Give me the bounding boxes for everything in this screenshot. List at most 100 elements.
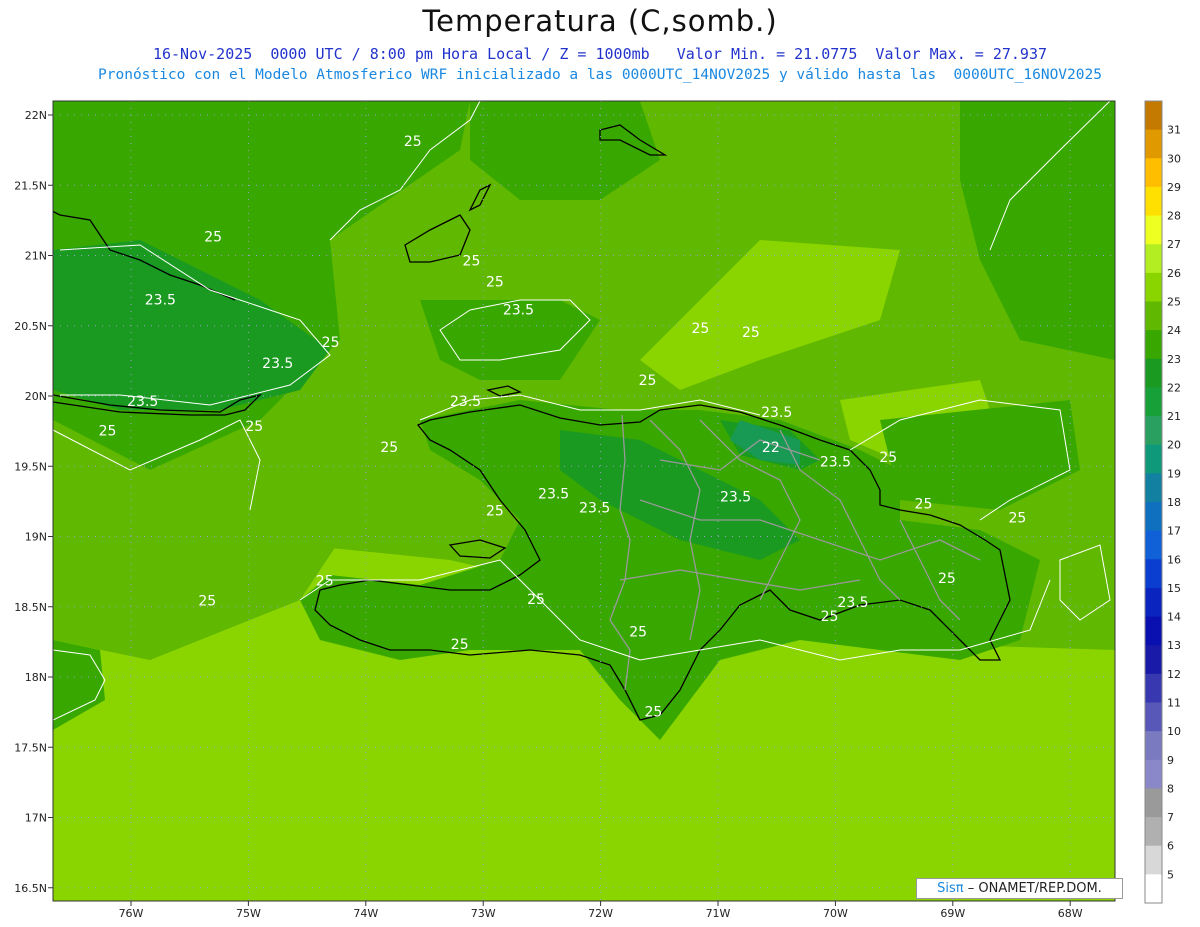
colorbar-swatch — [1145, 845, 1162, 875]
colorbar-label: 23 — [1167, 353, 1181, 366]
lon-label: 72W — [588, 907, 613, 920]
colorbar-label: 15 — [1167, 582, 1181, 595]
contour-label: 23.5 — [720, 489, 751, 505]
colorbar-label: 13 — [1167, 639, 1181, 652]
lon-label: 71W — [706, 907, 731, 920]
colorbar-label: 5 — [1167, 868, 1174, 881]
contour-label: 23.5 — [538, 487, 569, 503]
colorbar-swatch — [1145, 186, 1162, 217]
contour-label: 23.5 — [761, 405, 792, 421]
contour-label: 25 — [629, 624, 647, 640]
contour-label: 25 — [691, 321, 709, 337]
lon-label: 73W — [471, 907, 496, 920]
colorbar-label: 7 — [1167, 811, 1174, 824]
lat-label: 16.5N — [14, 882, 47, 895]
colorbar-swatch — [1145, 301, 1162, 331]
lat-label: 18N — [25, 671, 47, 684]
colorbar-label: 24 — [1167, 324, 1181, 337]
contour-label: 25 — [938, 571, 956, 587]
colorbar-label: 29 — [1167, 181, 1181, 194]
lat-label: 20N — [25, 390, 47, 403]
colorbar-label: 6 — [1167, 840, 1174, 853]
colorbar-label: 14 — [1167, 611, 1181, 624]
contour-label: 23.5 — [579, 501, 610, 517]
colorbar-label: 27 — [1167, 238, 1181, 251]
contour-label: 25 — [451, 637, 469, 653]
credit-org-text: – ONAMET/REP.DOM. — [967, 881, 1102, 896]
contour-label: 25 — [742, 325, 760, 341]
contour-label: 25 — [527, 592, 545, 608]
colorbar-swatch — [1145, 874, 1162, 904]
colorbar-swatch — [1145, 158, 1162, 188]
contour-label: 25 — [463, 253, 481, 269]
contour-label: 25 — [645, 704, 663, 720]
colorbar-swatch — [1145, 673, 1162, 703]
colorbar-label: 12 — [1167, 668, 1181, 681]
colorbar-swatch — [1145, 559, 1162, 589]
lat-label: 19.5N — [14, 460, 47, 473]
lon-label: 70W — [823, 907, 848, 920]
colorbar-label: 21 — [1167, 410, 1181, 423]
credit-box: Sisπ – ONAMET/REP.DOM. — [916, 878, 1123, 899]
contour-label: 23.5 — [450, 394, 481, 410]
contour-label: 25 — [486, 503, 504, 519]
contour-label: 22 — [762, 440, 780, 456]
lat-label: 21N — [25, 250, 47, 263]
colorbar-label: 11 — [1167, 697, 1181, 710]
colorbar-label: 26 — [1167, 267, 1181, 280]
contour-label: 25 — [821, 609, 839, 625]
temperature-map: 25 25 25 25 23.5 23.5 25 23.5 23.5 25 25 23.5 25 25 25… — [14, 100, 1181, 920]
colorbar-swatch — [1145, 817, 1162, 847]
colorbar-swatch — [1145, 473, 1162, 503]
colorbar-label: 30 — [1167, 152, 1181, 165]
contour-label: 25 — [198, 593, 216, 609]
colorbar-swatch — [1145, 702, 1162, 732]
colorbar-swatch — [1145, 616, 1162, 646]
colorbar-swatch — [1145, 731, 1162, 761]
colorbar: 31 30 29 28 27 26 25 24 23 22 21 20 19 18 17 16 15 14 13 12… — [1144, 100, 1181, 904]
colorbar-label: 18 — [1167, 496, 1181, 509]
colorbar-swatch — [1145, 244, 1162, 274]
contour-label: 25 — [316, 574, 334, 590]
colorbar-label: 28 — [1167, 210, 1181, 223]
longitude-labels: 76W 75W 74W 73W 72W 71W 70W 69W 68W — [119, 901, 1083, 920]
contour-label: 25 — [404, 134, 422, 150]
colorbar-label: 8 — [1167, 782, 1174, 795]
contour-label: 25 — [879, 450, 897, 466]
colorbar-label: 22 — [1167, 381, 1181, 394]
colorbar-swatch — [1145, 587, 1162, 618]
colorbar-label: 31 — [1167, 124, 1181, 137]
colorbar-swatch — [1145, 416, 1162, 446]
colorbar-swatch — [1145, 215, 1162, 245]
lon-label: 74W — [353, 907, 378, 920]
colorbar-swatch — [1145, 129, 1162, 159]
contour-label: 25 — [322, 335, 340, 351]
lon-label: 68W — [1058, 907, 1083, 920]
lat-label: 20.5N — [14, 320, 47, 333]
contour-label: 23.5 — [145, 293, 176, 309]
colorbar-swatch — [1145, 101, 1162, 131]
colorbar-label: 19 — [1167, 467, 1181, 480]
contour-label: 25 — [1008, 510, 1026, 526]
lat-label: 18.5N — [14, 601, 47, 614]
colorbar-swatch — [1145, 444, 1162, 474]
lat-label: 17.5N — [14, 741, 47, 754]
lat-label: 22N — [25, 109, 47, 122]
lon-label: 75W — [236, 907, 261, 920]
contour-label: 25 — [204, 229, 222, 245]
contour-label: 23.5 — [127, 394, 158, 410]
contour-label: 25 — [99, 423, 117, 439]
contour-label: 23.5 — [262, 356, 293, 372]
colorbar-swatch — [1145, 387, 1162, 417]
lat-label: 19N — [25, 531, 47, 544]
colorbar-label: 20 — [1167, 439, 1181, 452]
colorbar-swatch — [1145, 759, 1162, 789]
colorbar-label: 17 — [1167, 525, 1181, 538]
colorbar-label: 9 — [1167, 754, 1174, 767]
sispi-logo-text: Sisπ — [937, 881, 964, 896]
lon-label: 69W — [940, 907, 965, 920]
colorbar-label: 25 — [1167, 296, 1181, 309]
colorbar-swatch — [1145, 530, 1162, 560]
colorbar-label: 16 — [1167, 553, 1181, 566]
colorbar-swatch — [1145, 358, 1162, 388]
